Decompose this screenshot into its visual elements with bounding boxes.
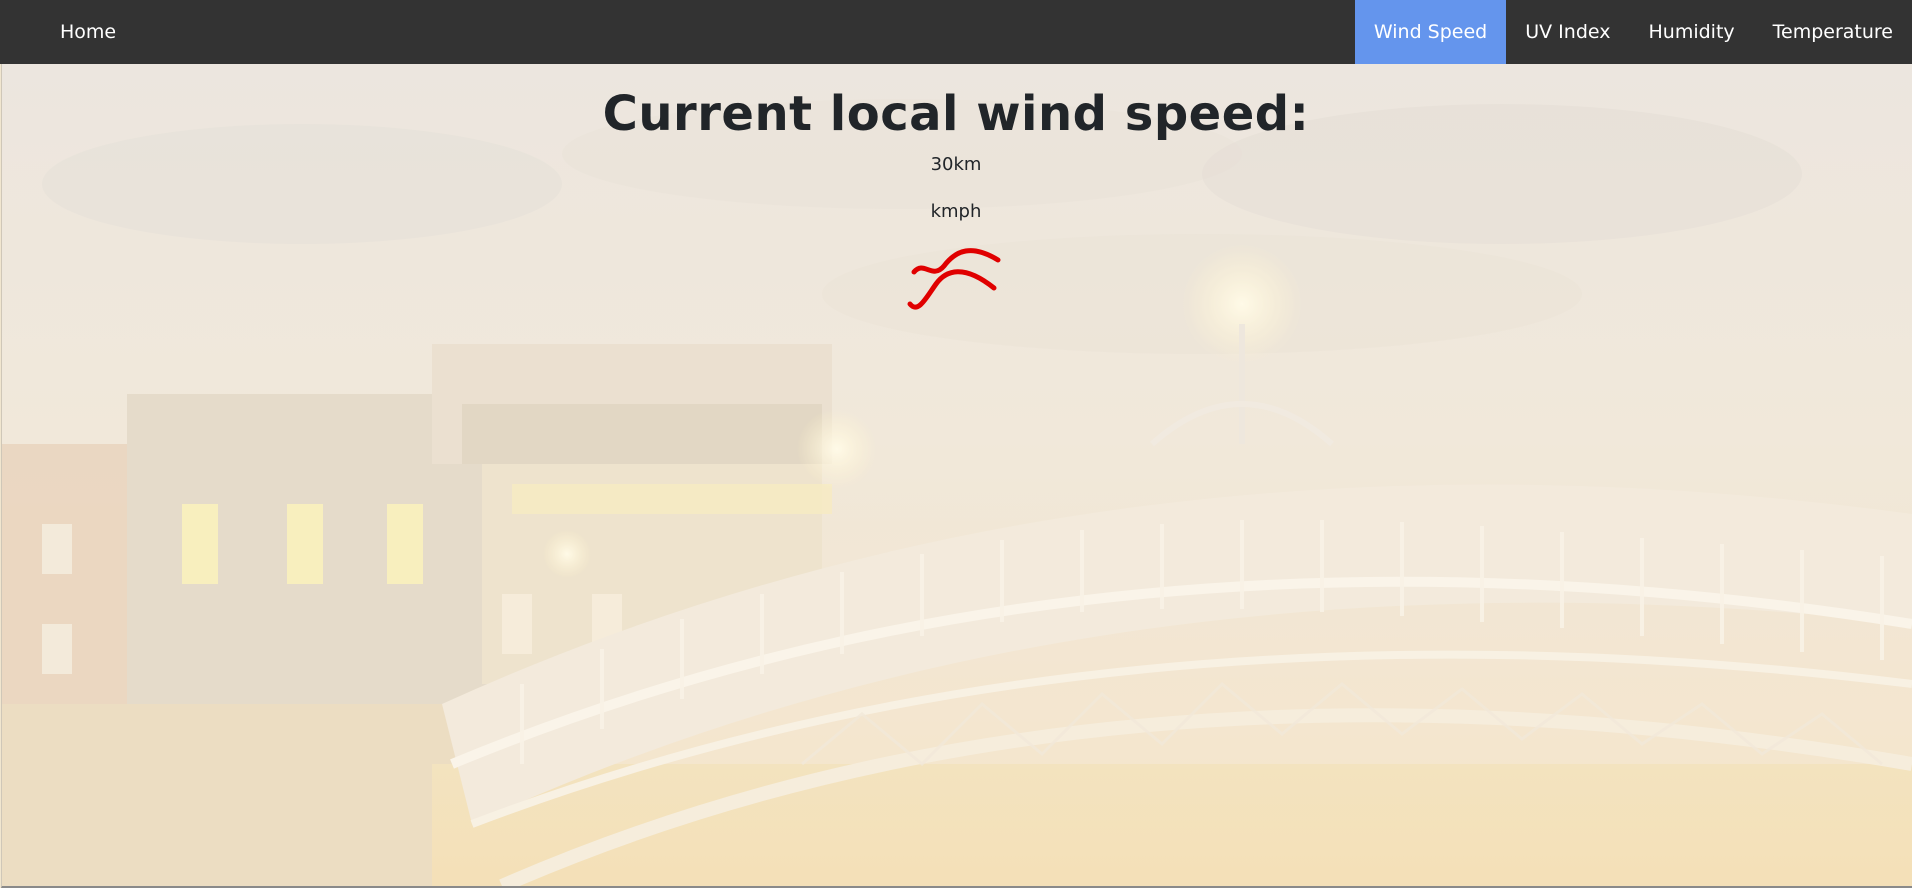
nav-humidity-link[interactable]: Humidity	[1629, 0, 1753, 64]
nav-home-link[interactable]: Home	[0, 21, 135, 43]
wind-speed-value: 30km	[930, 154, 982, 175]
nav-left: Home	[0, 0, 135, 64]
nav-right: Wind Speed UV Index Humidity Temperature	[1354, 0, 1912, 64]
wind-icon	[907, 248, 1001, 310]
nav-wind-speed-link[interactable]: Wind Speed	[1354, 0, 1507, 64]
page-title: Current local wind speed:	[602, 86, 1310, 142]
wind-speed-unit: kmph	[930, 201, 982, 222]
nav-temperature-link[interactable]: Temperature	[1754, 0, 1912, 64]
main-content: Current local wind speed: 30km kmph	[0, 64, 1912, 314]
nav-uv-index-link[interactable]: UV Index	[1506, 0, 1629, 64]
navbar: Home Wind Speed UV Index Humidity Temper…	[0, 0, 1912, 64]
